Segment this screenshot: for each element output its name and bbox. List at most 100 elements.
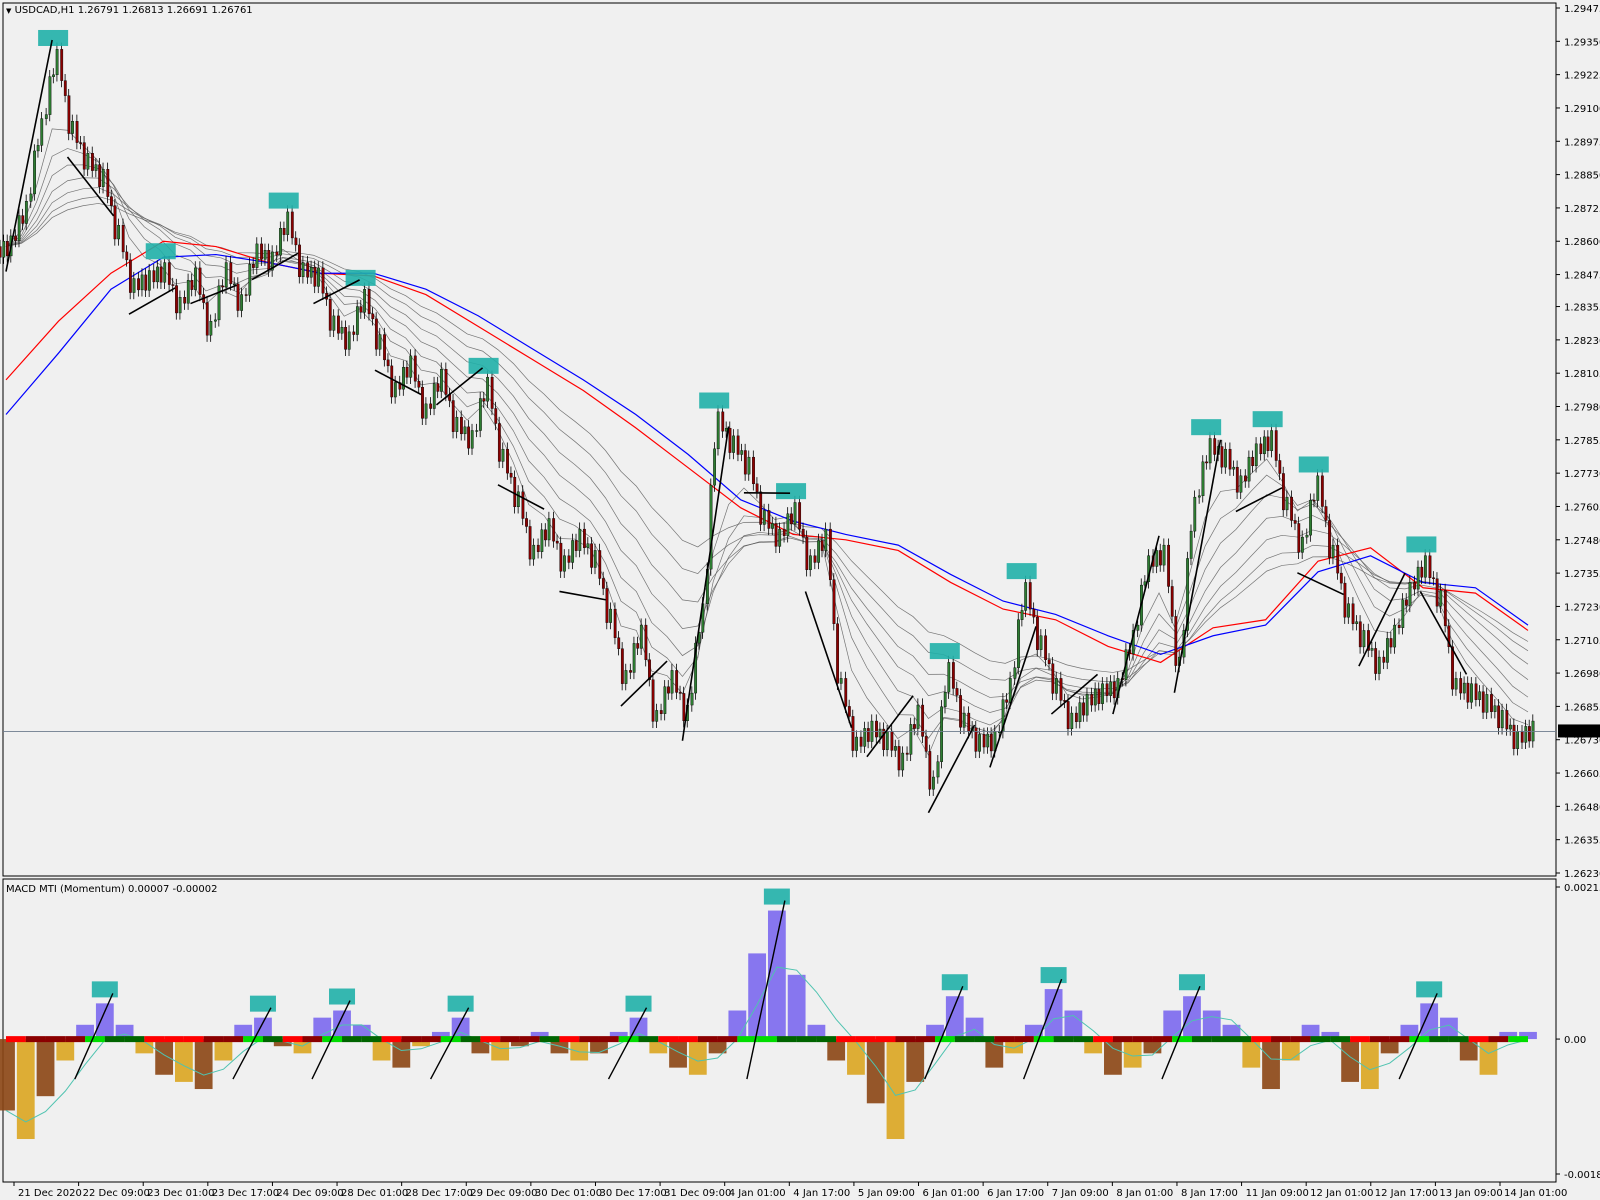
chart-window: 1.29475 1.29350 1.29225 1.29100 1.28975 1.288…: [0, 0, 1600, 1200]
candle-body: [762, 510, 766, 525]
price-tick-label: 1.27480: [1564, 536, 1600, 547]
histogram-bar: [0, 1039, 15, 1111]
candle-body: [29, 193, 33, 202]
candle-body: [1259, 443, 1263, 455]
candle-body: [1112, 681, 1116, 699]
candle-body: [516, 491, 520, 508]
candle-body: [943, 691, 947, 707]
candle-body: [521, 491, 525, 519]
candle-body: [866, 728, 870, 742]
candle-body: [1336, 544, 1340, 574]
dropdown-arrow-icon[interactable]: ▼: [6, 7, 11, 15]
candle-body: [555, 540, 559, 544]
candle-body: [1374, 648, 1378, 674]
candle-body: [98, 164, 102, 187]
histogram-bar: [787, 974, 806, 1040]
histogram-bar: [847, 1039, 865, 1075]
candle-body: [159, 266, 163, 283]
time-tick-label: 21 Dec 2020: [18, 1188, 82, 1199]
price-tick-label: 1.27230: [1564, 602, 1600, 613]
time-tick-label: 31 Dec 09:00: [664, 1188, 731, 1199]
candle-body: [1224, 448, 1227, 468]
candle-body: [820, 540, 824, 551]
candle-body: [617, 637, 621, 649]
candle-body: [332, 315, 336, 331]
candle-body: [1066, 701, 1070, 730]
time-tick-label: 6 Jan 17:00: [987, 1188, 1044, 1199]
candle-body: [1059, 678, 1063, 701]
candle-body: [740, 450, 744, 455]
histogram-bar: [56, 1039, 75, 1061]
candle-body: [1044, 635, 1048, 660]
candle-body: [690, 692, 694, 706]
candle-body: [229, 262, 233, 285]
candle-body: [0, 246, 2, 258]
signal-box: [468, 357, 499, 374]
candle-body: [1493, 705, 1497, 712]
signal-box: [1006, 563, 1037, 580]
macd-signal-box: [1040, 967, 1067, 984]
candle-body: [156, 266, 159, 283]
candle-body: [936, 761, 940, 778]
candle-body: [263, 250, 267, 260]
candle-body: [1093, 688, 1097, 706]
candle-body: [998, 731, 1001, 733]
candle-body: [509, 472, 513, 478]
candle-body: [1201, 461, 1205, 497]
candle-body: [506, 448, 509, 474]
histogram-bar: [866, 1039, 885, 1104]
candle-body: [782, 528, 786, 536]
candle-body: [1213, 438, 1217, 455]
candle-body: [1300, 536, 1304, 553]
candle-body: [286, 211, 290, 235]
histogram-bar: [155, 1039, 174, 1075]
candle-body: [36, 145, 40, 152]
candle-body: [233, 283, 236, 286]
histogram-bar: [194, 1039, 213, 1090]
histogram-bar: [688, 1039, 707, 1075]
candle-body: [1097, 688, 1101, 704]
candle-body: [894, 746, 897, 751]
candle-body: [424, 403, 428, 419]
candle-body: [1435, 578, 1439, 607]
candle-body: [421, 386, 424, 419]
signal-box: [145, 243, 176, 260]
candle-body: [1047, 659, 1051, 664]
candle-body: [1401, 599, 1405, 628]
candle-body: [486, 376, 489, 402]
candle-body: [839, 678, 843, 684]
candle-body: [106, 169, 110, 197]
signal-box: [1298, 456, 1329, 473]
histogram-bar: [491, 1039, 510, 1061]
macd-signal-box: [249, 995, 276, 1012]
candle-body: [378, 334, 382, 350]
candle-body: [951, 662, 955, 689]
main-chart-header: ▼ USDCAD,H1 1.26791 1.26813 1.26691 1.26…: [6, 5, 253, 16]
candle-body: [844, 678, 848, 707]
candle-body: [48, 76, 52, 115]
candle-body: [1078, 702, 1082, 722]
candle-body: [1454, 678, 1458, 690]
price-tick-label: 1.26855: [1564, 702, 1600, 713]
signal-box: [929, 643, 960, 660]
candle-body: [1490, 694, 1493, 712]
candle-body: [390, 365, 394, 398]
candle-body: [1109, 681, 1113, 696]
candle-body: [306, 262, 310, 278]
candle-body: [605, 588, 609, 623]
time-tick-label: 7 Jan 09:00: [1052, 1188, 1109, 1199]
candle-body: [186, 280, 190, 304]
candle-body: [260, 243, 263, 260]
histogram-bar: [1281, 1039, 1300, 1061]
candle-body: [916, 704, 920, 729]
candle-body: [67, 95, 71, 134]
candle-body: [878, 728, 882, 738]
candle-body: [1423, 555, 1427, 578]
chart-canvas: 1.29475 1.29350 1.29225 1.29100 1.28975 1.288…: [0, 2, 1600, 1199]
candle-body: [716, 411, 720, 450]
candle-body: [1331, 544, 1335, 558]
candle-body: [1377, 656, 1381, 674]
macd-signal-box: [1416, 981, 1443, 998]
macd-tick-label: 0.00: [1564, 1035, 1586, 1046]
candle-body: [1293, 520, 1297, 524]
